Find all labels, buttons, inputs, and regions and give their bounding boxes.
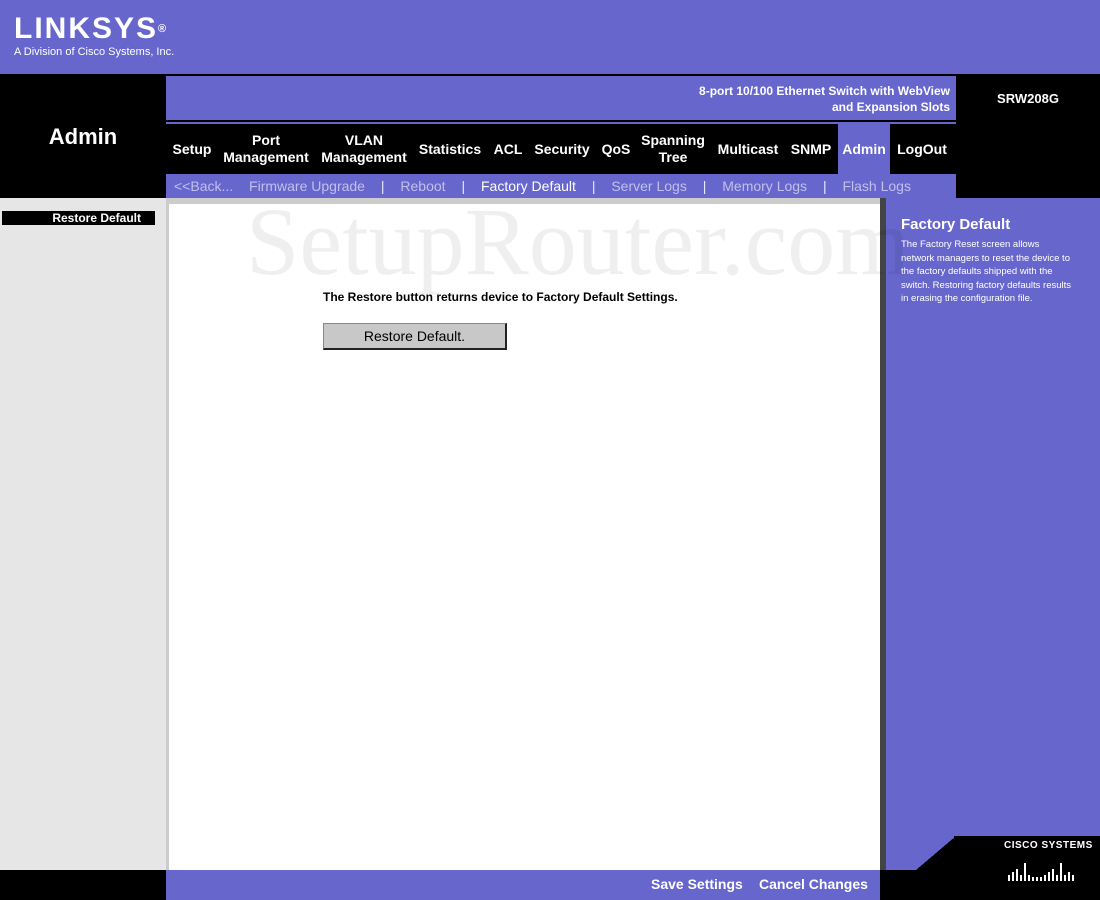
cisco-corner xyxy=(916,836,956,870)
tab-snmp[interactable]: SNMP xyxy=(786,124,836,174)
registered-mark: ® xyxy=(158,23,167,35)
tab-multicast[interactable]: Multicast xyxy=(712,124,784,174)
tab-spanning-tree[interactable]: Spanning Tree xyxy=(638,124,708,174)
tab-statistics-label: Statistics xyxy=(418,140,482,157)
tab-port-management-label: Port Management xyxy=(223,132,309,165)
save-settings-link[interactable]: Save Settings xyxy=(651,876,743,892)
watermark: SetupRouter.com xyxy=(246,188,910,295)
tab-setup-label: Setup xyxy=(172,140,212,157)
tab-snmp-label: SNMP xyxy=(790,140,832,157)
footer-left-block xyxy=(0,870,166,900)
help-body: The Factory Reset screen allows network … xyxy=(901,239,1072,304)
content-shadow xyxy=(880,198,886,870)
product-line-2: and Expansion Slots xyxy=(831,100,950,114)
tab-qos[interactable]: QoS xyxy=(596,124,636,174)
tab-admin[interactable]: Admin xyxy=(838,124,890,174)
tab-statistics[interactable]: Statistics xyxy=(414,124,486,174)
model-number: SRW208G xyxy=(997,91,1059,106)
cisco-bars-icon xyxy=(1008,863,1074,881)
tab-admin-label: Admin xyxy=(842,140,886,157)
tab-security-label: Security xyxy=(534,140,590,157)
brand-tagline: A Division of Cisco Systems, Inc. xyxy=(14,46,175,58)
restore-message: The Restore button returns device to Fac… xyxy=(323,290,678,304)
cancel-changes-link[interactable]: Cancel Changes xyxy=(759,876,868,892)
tab-acl-label: ACL xyxy=(493,140,523,157)
page-title: Admin xyxy=(48,124,118,149)
tab-port-management[interactable]: Port Management xyxy=(218,124,314,174)
left-panel xyxy=(0,198,166,870)
tab-logout[interactable]: LogOut xyxy=(892,124,952,174)
tab-qos-label: QoS xyxy=(601,140,631,157)
tab-logout-label: LogOut xyxy=(897,140,947,157)
tab-security[interactable]: Security xyxy=(530,124,594,174)
sidebar-item-restore-default[interactable]: Restore Default xyxy=(2,211,155,225)
tab-vlan-management-label: VLAN Management xyxy=(321,132,407,165)
tab-multicast-label: Multicast xyxy=(717,140,779,157)
product-line-1: 8-port 10/100 Ethernet Switch with WebVi… xyxy=(699,84,950,98)
tab-acl[interactable]: ACL xyxy=(488,124,528,174)
help-title: Factory Default xyxy=(901,216,1011,233)
subnav-back[interactable]: <<Back... xyxy=(174,178,233,194)
cisco-systems-logo: CISCO SYSTEMS xyxy=(1004,840,1093,851)
linksys-logo: LINKSYS® A Division of Cisco Systems, In… xyxy=(14,12,175,59)
product-title: 8-port 10/100 Ethernet Switch with WebVi… xyxy=(590,83,950,115)
tab-setup[interactable]: Setup xyxy=(166,124,218,174)
tab-vlan-management[interactable]: VLAN Management xyxy=(316,124,412,174)
restore-default-button[interactable]: Restore Default. xyxy=(323,323,507,350)
brand-name: LINKSYS xyxy=(14,12,159,45)
tab-spanning-tree-label: Spanning Tree xyxy=(641,132,705,165)
main-nav: Setup Port Management VLAN Management Stat… xyxy=(166,124,956,174)
